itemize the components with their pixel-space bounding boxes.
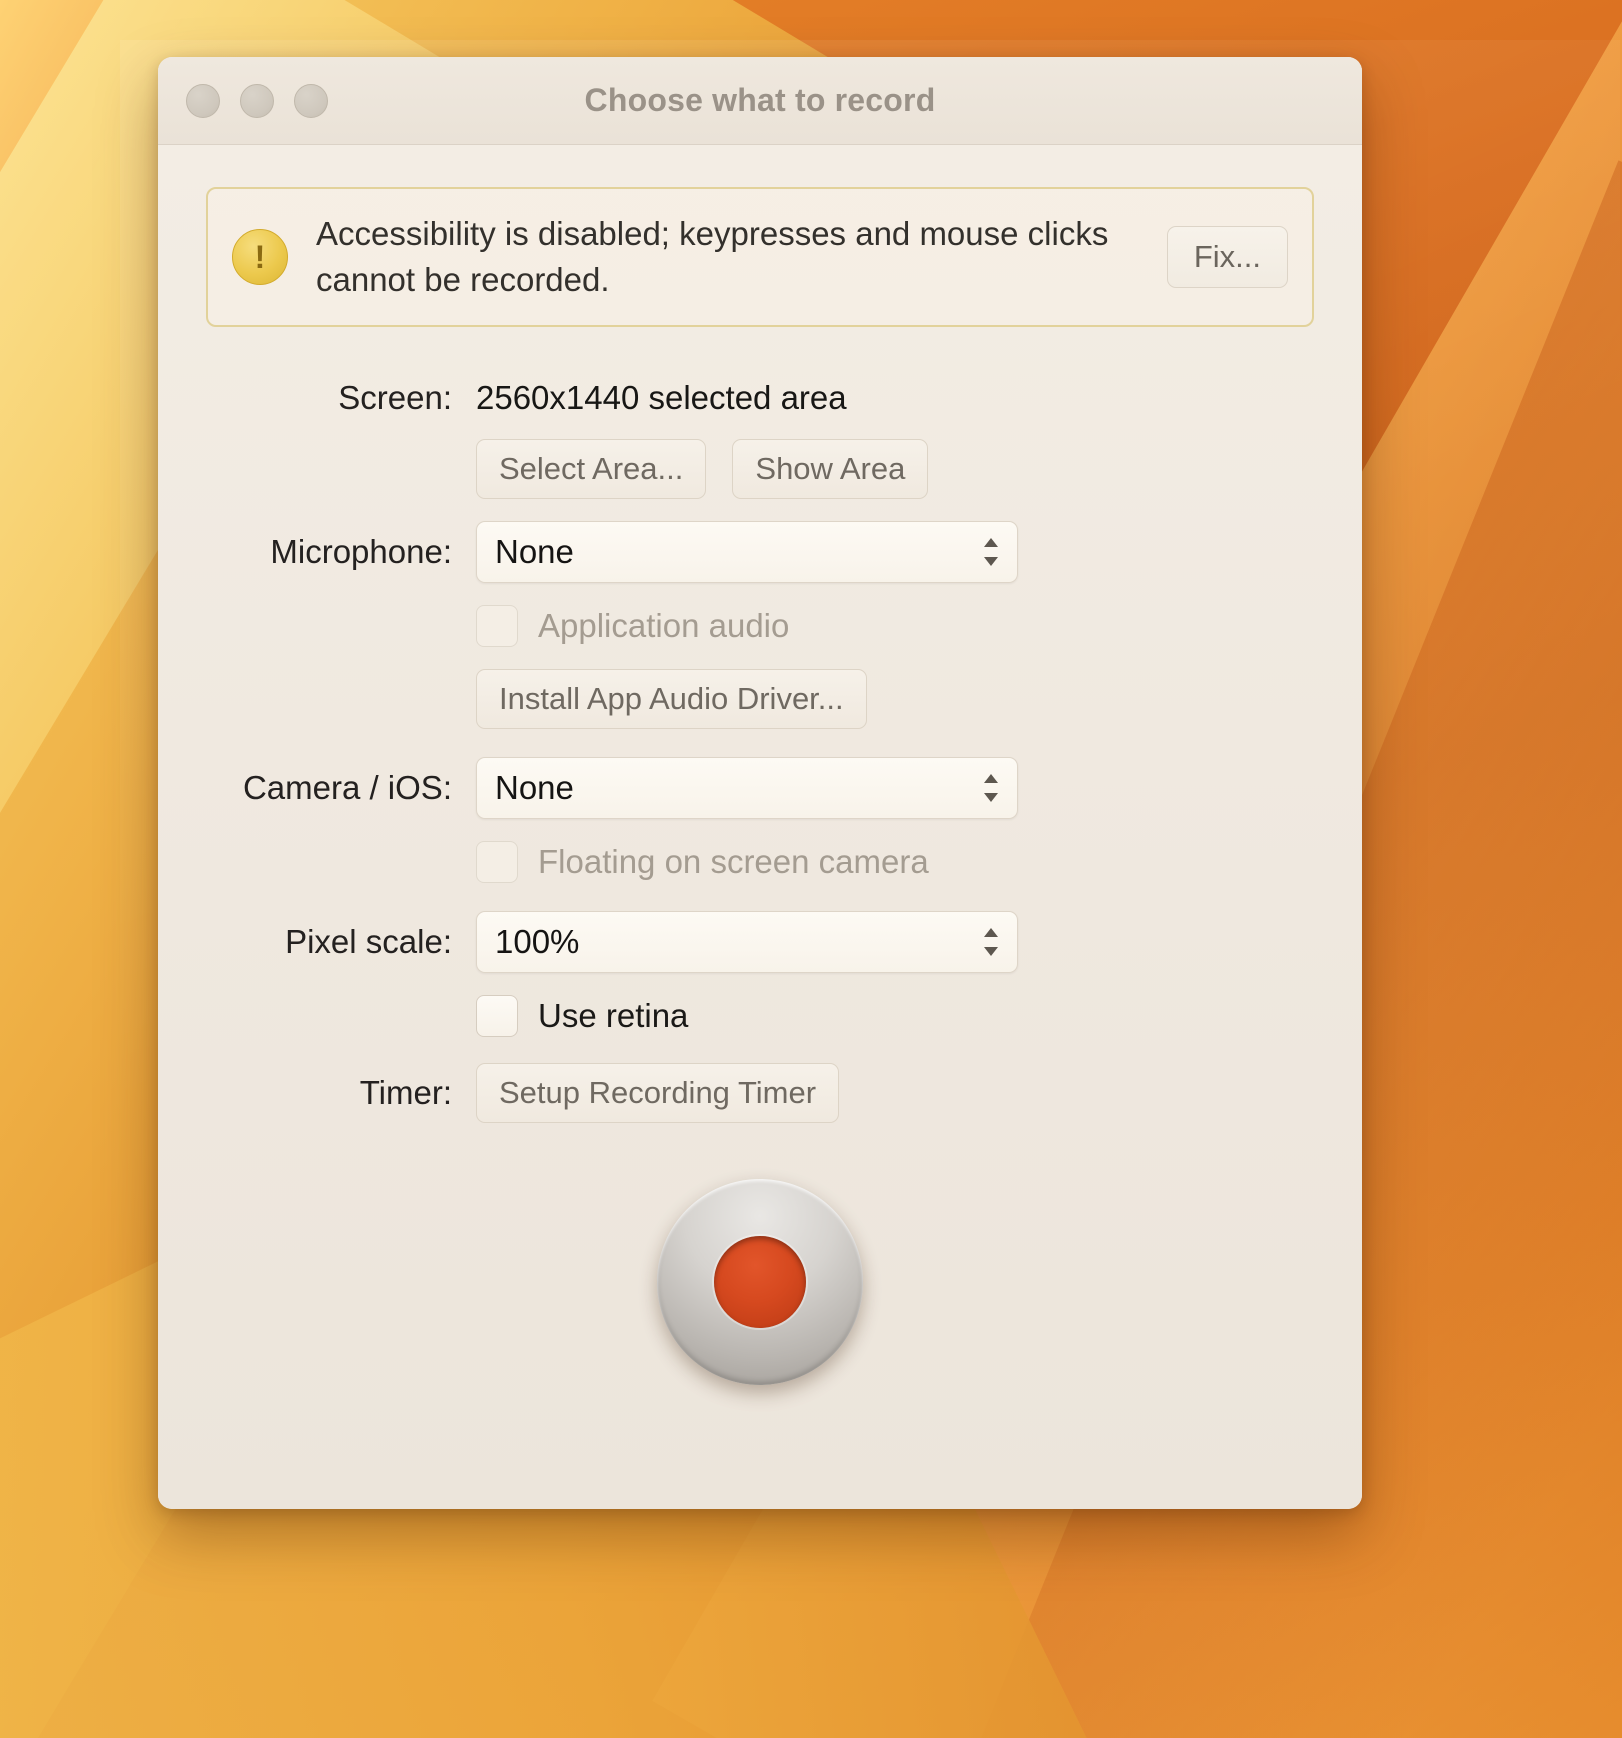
- microphone-row: Microphone: None: [206, 521, 1314, 583]
- install-app-audio-driver-button[interactable]: Install App Audio Driver...: [476, 669, 867, 729]
- screen-value: 2560x1440 selected area: [476, 379, 847, 416]
- accessibility-warning-banner: ! Accessibility is disabled; keypresses …: [206, 187, 1314, 327]
- floating-camera-label: Floating on screen camera: [538, 843, 929, 880]
- select-area-button[interactable]: Select Area...: [476, 439, 707, 499]
- install-driver-row: Install App Audio Driver...: [206, 669, 1314, 729]
- chevron-up-down-icon: [981, 925, 1001, 959]
- timer-row: Timer: Setup Recording Timer: [206, 1063, 1314, 1123]
- screen-label: Screen:: [338, 379, 452, 416]
- fix-button[interactable]: Fix...: [1166, 226, 1288, 288]
- exclamation-glyph: !: [254, 239, 266, 275]
- camera-label: Camera / iOS:: [242, 769, 452, 806]
- close-button[interactable]: [186, 83, 220, 118]
- settings-form: Screen: 2560x1440 selected area Select A…: [206, 379, 1314, 1123]
- window-titlebar: Choose what to record: [158, 57, 1362, 145]
- timer-label: Timer:: [359, 1074, 452, 1111]
- record-settings-window: Choose what to record ! Accessibility is…: [158, 57, 1362, 1509]
- window-body: ! Accessibility is disabled; keypresses …: [158, 145, 1362, 1509]
- pixel-scale-selected-value: 100%: [495, 923, 580, 960]
- application-audio-checkbox[interactable]: Application audio: [476, 605, 789, 647]
- use-retina-label: Use retina: [538, 997, 689, 1034]
- screen-buttons-row: Select Area... Show Area: [206, 439, 1314, 499]
- show-area-button[interactable]: Show Area: [732, 439, 929, 499]
- exclamation-circle-icon: !: [232, 229, 288, 285]
- chevron-up-down-svg: [984, 538, 998, 566]
- microphone-label: Microphone:: [270, 533, 452, 570]
- application-audio-label: Application audio: [538, 607, 790, 644]
- camera-select[interactable]: None: [476, 757, 1018, 819]
- camera-selected-value: None: [495, 769, 574, 806]
- floating-camera-checkbox[interactable]: Floating on screen camera: [476, 841, 929, 883]
- record-button[interactable]: [657, 1179, 863, 1385]
- use-retina-box[interactable]: [476, 995, 518, 1037]
- chevron-up-down-icon: [981, 771, 1001, 805]
- pixel-scale-label: Pixel scale:: [285, 923, 452, 960]
- camera-row: Camera / iOS: None: [206, 757, 1314, 819]
- minimize-button[interactable]: [240, 83, 274, 118]
- setup-recording-timer-button[interactable]: Setup Recording Timer: [476, 1063, 840, 1123]
- use-retina-row: Use retina: [206, 995, 1314, 1037]
- screen-row: Screen: 2560x1440 selected area: [206, 379, 1314, 417]
- pixel-scale-row: Pixel scale: 100%: [206, 911, 1314, 973]
- microphone-select[interactable]: None: [476, 521, 1018, 583]
- application-audio-row: Application audio: [206, 605, 1314, 647]
- application-audio-box[interactable]: [476, 605, 518, 647]
- warning-message: Accessibility is disabled; keypresses an…: [316, 215, 1109, 298]
- microphone-selected-value: None: [495, 533, 574, 570]
- chevron-up-down-svg: [984, 928, 998, 956]
- zoom-button[interactable]: [294, 83, 328, 118]
- floating-camera-row: Floating on screen camera: [206, 841, 1314, 883]
- traffic-light-group: [186, 83, 328, 118]
- record-button-center: [714, 1236, 806, 1328]
- pixel-scale-select[interactable]: 100%: [476, 911, 1018, 973]
- use-retina-checkbox[interactable]: Use retina: [476, 995, 688, 1037]
- record-button-area: [206, 1179, 1314, 1385]
- chevron-up-down-icon: [981, 535, 1001, 569]
- floating-camera-box[interactable]: [476, 841, 518, 883]
- window-title: Choose what to record: [584, 82, 936, 118]
- chevron-up-down-svg: [984, 774, 998, 802]
